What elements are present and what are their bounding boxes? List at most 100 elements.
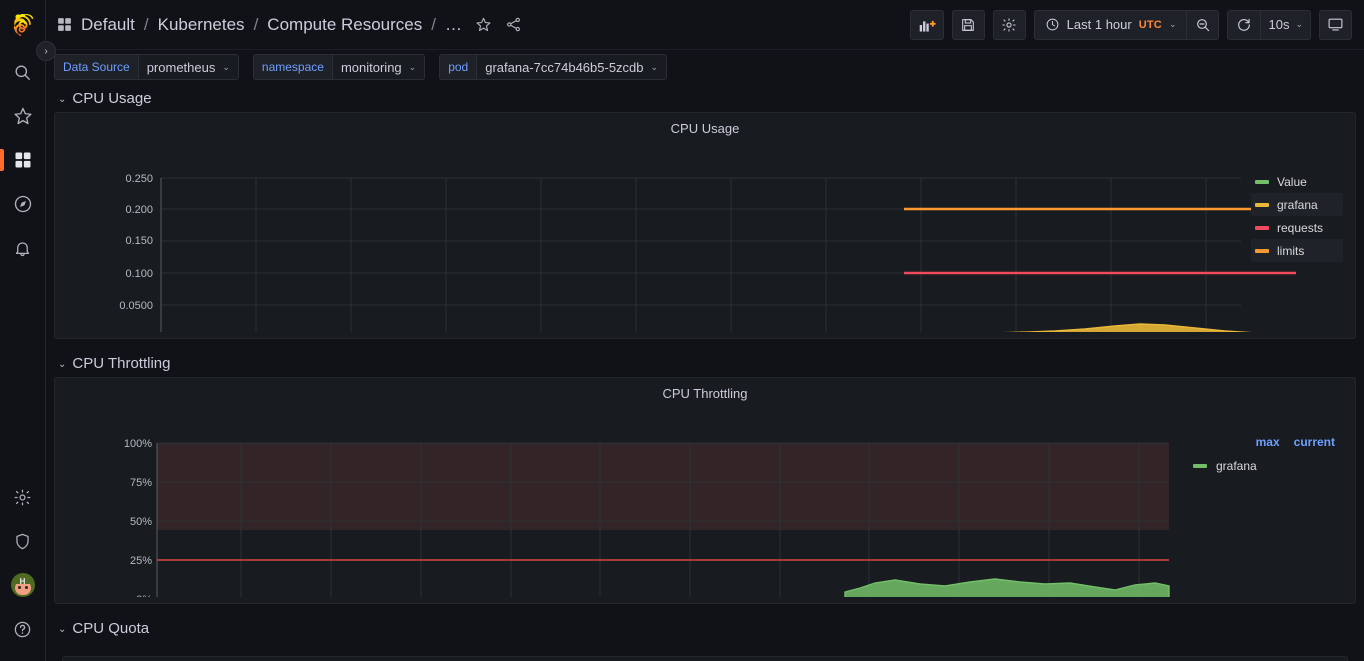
row-title: CPU Quota xyxy=(72,619,150,637)
variable-label: pod xyxy=(439,54,477,80)
sidebar-item-server-admin[interactable] xyxy=(0,519,46,563)
sidebar-item-starred[interactable] xyxy=(0,94,46,138)
row-header-cpu-quota[interactable]: ⌄ CPU Quota xyxy=(54,614,1356,642)
save-dashboard-button[interactable] xyxy=(951,9,985,40)
svg-text:75%: 75% xyxy=(130,477,152,489)
breadcrumb-item-folder[interactable]: Default xyxy=(81,15,135,35)
time-range-label: Last 1 hour xyxy=(1066,17,1132,32)
gear-icon xyxy=(1002,17,1016,32)
zoom-out-time-button[interactable] xyxy=(1186,9,1220,40)
svg-text:100%: 100% xyxy=(124,438,152,450)
grid-lines-cpu-usage xyxy=(160,177,1241,332)
svg-text:0.200: 0.200 xyxy=(125,204,153,216)
variable-value: grafana-7cc74b46b5-5zcdb xyxy=(485,59,644,75)
question-circle-icon xyxy=(14,621,31,637)
legend-label: grafana xyxy=(1216,459,1257,473)
refresh-interval-label: 10s xyxy=(1268,17,1290,32)
breadcrumb-item-compute-resources[interactable]: Compute Resources xyxy=(267,15,422,35)
breadcrumb-item-truncated[interactable]: … xyxy=(445,15,462,35)
chevron-right-icon: › xyxy=(44,45,48,57)
legend-item-grafana[interactable]: grafana xyxy=(1251,193,1343,216)
variable-namespace: namespace monitoring ⌄ xyxy=(252,54,426,80)
chevron-down-icon: ⌄ xyxy=(222,61,230,72)
cpu-usage-plot: 0.250 0.200 0.150 0.100 0.0500 0 xyxy=(119,173,1296,332)
variable-dropdown[interactable]: monitoring ⌄ xyxy=(331,54,426,80)
row-header-cpu-throttling[interactable]: ⌄ CPU Throttling xyxy=(54,349,1356,377)
time-range-picker[interactable]: Last 1 hour UTC ⌄ xyxy=(1033,9,1187,40)
panel-cpu-throttling[interactable]: CPU Throttling 100% 75% 50% 25% 0% xyxy=(54,377,1356,604)
sidebar-item-dashboards[interactable] xyxy=(0,138,46,182)
row-title: CPU Throttling xyxy=(72,354,171,372)
row-title: CPU Usage xyxy=(72,89,152,107)
top-navbar: Default / Kubernetes / Compute Resources… xyxy=(46,0,1364,50)
chart-cpu-usage: 0.250 0.200 0.150 0.100 0.0500 0 xyxy=(55,137,1355,332)
svg-text:0.150: 0.150 xyxy=(125,235,153,247)
panel-cpu-quota-peek[interactable] xyxy=(54,642,1356,661)
row-header-cpu-usage[interactable]: ⌄ CPU Usage xyxy=(54,84,1356,112)
refresh-group: 10s ⌄ xyxy=(1227,9,1311,40)
variable-value: prometheus xyxy=(146,59,216,75)
timezone-label: UTC xyxy=(1138,18,1162,31)
legend-label: Value xyxy=(1277,174,1307,189)
legend-color-swatch xyxy=(1255,179,1269,184)
sidebar-item-configuration[interactable] xyxy=(0,475,46,519)
sidebar-item-profile[interactable]: H xyxy=(0,563,46,607)
variable-dropdown[interactable]: grafana-7cc74b46b5-5zcdb ⌄ xyxy=(476,54,668,80)
variable-value: monitoring xyxy=(340,59,402,75)
svg-text:25%: 25% xyxy=(130,555,152,567)
avatar-initial: H xyxy=(19,577,26,586)
chevron-down-icon: ⌄ xyxy=(650,61,659,72)
legend-color-swatch xyxy=(1255,202,1269,207)
legend-column-current[interactable]: current xyxy=(1294,435,1335,455)
variable-datasource: Data Source prometheus ⌄ xyxy=(54,54,239,80)
panel-cpu-usage[interactable]: CPU Usage 0.250 0.200 0.150 0.100 0.0500… xyxy=(54,112,1356,339)
legend-item-requests[interactable]: requests xyxy=(1251,216,1343,239)
tv-icon xyxy=(1328,18,1343,31)
chevron-down-icon: ⌄ xyxy=(408,61,417,72)
search-icon xyxy=(15,64,30,80)
expand-sidebar-button[interactable]: › xyxy=(36,41,56,61)
legend-item-limits[interactable]: limits xyxy=(1251,239,1343,262)
series-grafana-throttling xyxy=(844,578,1170,597)
share-dashboard-button[interactable] xyxy=(500,12,526,38)
bell-icon xyxy=(15,241,30,256)
sidebar-item-alerting[interactable] xyxy=(0,226,46,270)
chevron-down-icon: ⌄ xyxy=(58,623,67,635)
sidebar-top-group: › xyxy=(0,0,56,270)
legend-item-value[interactable]: Value xyxy=(1251,170,1343,193)
add-panel-icon xyxy=(919,20,936,32)
legend-item-grafana[interactable]: grafana xyxy=(1183,455,1343,477)
variable-label: Data Source xyxy=(54,54,138,80)
chevron-down-icon: ⌄ xyxy=(1295,19,1303,29)
variable-pod: pod grafana-7cc74b46b5-5zcdb ⌄ xyxy=(439,54,668,80)
clock-icon xyxy=(1046,18,1059,31)
star-dashboard-button[interactable] xyxy=(470,12,496,38)
panel-title: CPU Throttling xyxy=(662,386,748,401)
variable-dropdown[interactable]: prometheus ⌄ xyxy=(137,54,239,80)
legend-column-max[interactable]: max xyxy=(1256,435,1280,455)
chevron-down-icon: ⌄ xyxy=(58,358,67,370)
refresh-interval-picker[interactable]: 10s ⌄ xyxy=(1260,9,1311,40)
dashboard-canvas: ⌄ CPU Usage CPU Usage 0.250 0.200 0.150 … xyxy=(46,84,1364,661)
chevron-down-icon: ⌄ xyxy=(58,93,67,105)
kiosk-mode-button[interactable] xyxy=(1319,9,1352,40)
breadcrumb-item-kubernetes[interactable]: Kubernetes xyxy=(158,15,245,35)
dashboard-settings-button[interactable] xyxy=(992,9,1026,40)
dashboards-icon xyxy=(15,152,30,168)
legend-label: grafana xyxy=(1277,197,1318,212)
gear-icon xyxy=(14,489,31,505)
sidebar-item-help[interactable] xyxy=(0,607,46,651)
sidebar-bottom-group: H xyxy=(0,475,46,661)
svg-text:0.250: 0.250 xyxy=(125,173,153,185)
sidebar-item-explore[interactable] xyxy=(0,182,46,226)
save-disk-icon xyxy=(962,18,975,31)
add-panel-button[interactable] xyxy=(909,9,944,40)
legend-color-swatch xyxy=(1255,225,1269,230)
svg-text:50%: 50% xyxy=(130,516,152,528)
chevron-down-icon: ⌄ xyxy=(1168,19,1177,29)
svg-text:0%: 0% xyxy=(136,594,152,597)
refresh-button[interactable] xyxy=(1227,9,1261,40)
breadcrumb: Default / Kubernetes / Compute Resources… xyxy=(56,15,462,35)
panel-title: CPU Usage xyxy=(670,121,740,136)
compass-icon xyxy=(14,195,31,213)
